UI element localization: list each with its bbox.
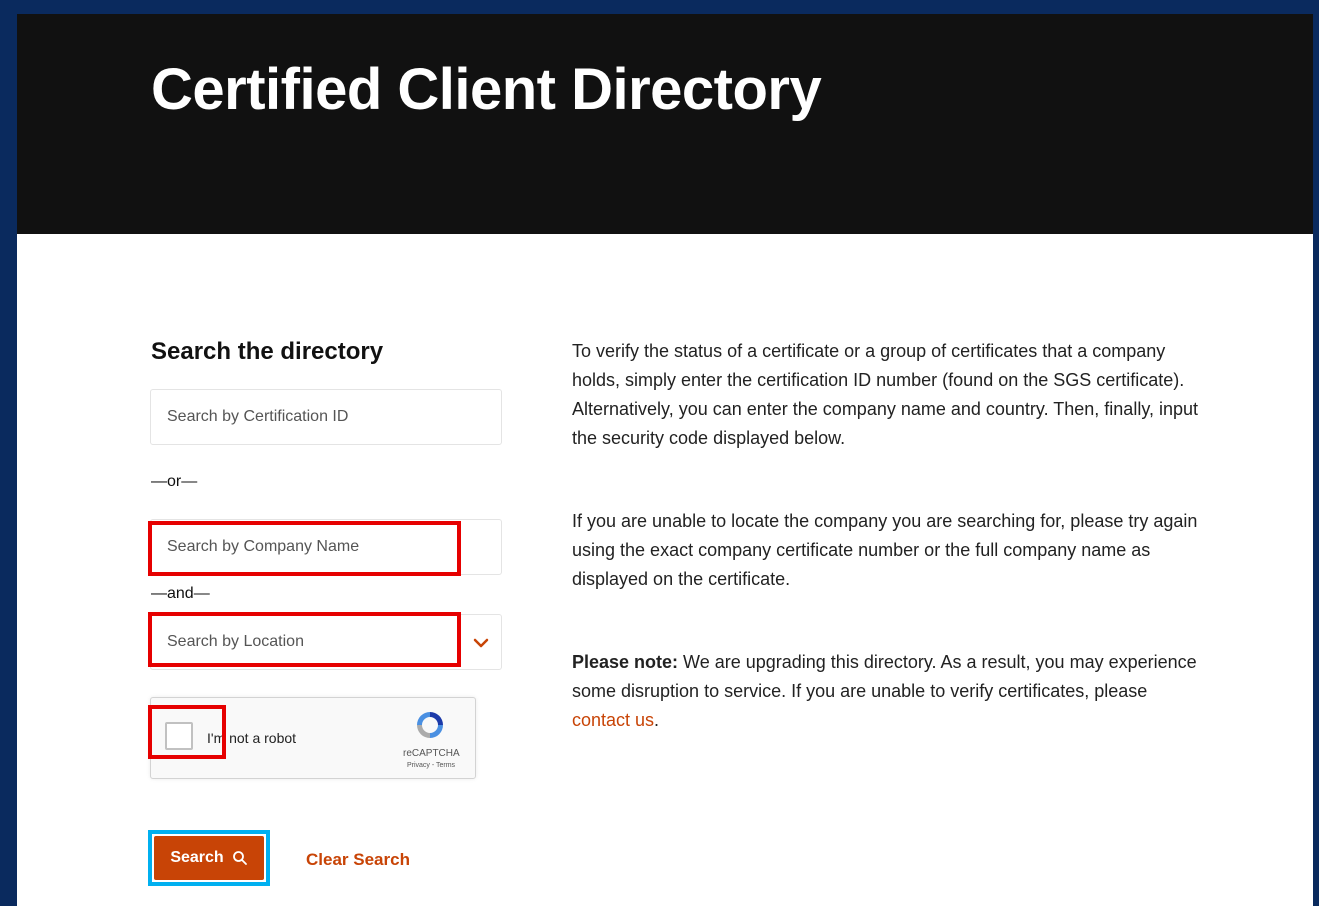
certification-id-field[interactable]	[150, 389, 502, 445]
hero-banner: Certified Client Directory	[17, 14, 1313, 234]
page-content: Certified Client Directory Search the di…	[17, 14, 1313, 906]
certification-id-input[interactable]	[151, 390, 501, 444]
recaptcha-links: Privacy - Terms	[406, 762, 456, 769]
location-input[interactable]	[151, 615, 501, 669]
recaptcha-logo-icon	[417, 712, 443, 738]
search-heading: Search the directory	[151, 338, 384, 365]
or-separator: —or—	[151, 473, 198, 490]
info-paragraph-2: If you are unable to locate the company …	[572, 511, 1198, 589]
company-name-input[interactable]	[151, 520, 501, 574]
contact-us-link[interactable]: contact us	[572, 710, 654, 730]
recaptcha-widget: I'm not a robot reCAPTCHA Privacy - Term…	[150, 697, 476, 779]
clear-search-link[interactable]: Clear Search	[306, 850, 410, 870]
recaptcha-label: I'm not a robot	[207, 730, 297, 746]
note-end: .	[654, 710, 660, 730]
search-button-label: Search	[170, 849, 224, 866]
and-separator: —and—	[151, 585, 210, 602]
company-name-field[interactable]	[150, 519, 502, 575]
info-paragraph-note: Please note: We are upgrading this direc…	[572, 648, 1202, 735]
search-icon	[232, 851, 247, 865]
recaptcha-brand: reCAPTCHA	[403, 748, 460, 759]
chevron-down-icon[interactable]	[471, 633, 491, 653]
note-label: Please note:	[572, 652, 679, 672]
info-paragraph-1: To verify the status of a certificate or…	[572, 341, 1199, 448]
location-field[interactable]	[150, 614, 502, 670]
search-button[interactable]: Search	[154, 836, 264, 880]
page-title: Certified Client Directory	[151, 57, 822, 122]
recaptcha-checkbox[interactable]	[165, 722, 193, 750]
